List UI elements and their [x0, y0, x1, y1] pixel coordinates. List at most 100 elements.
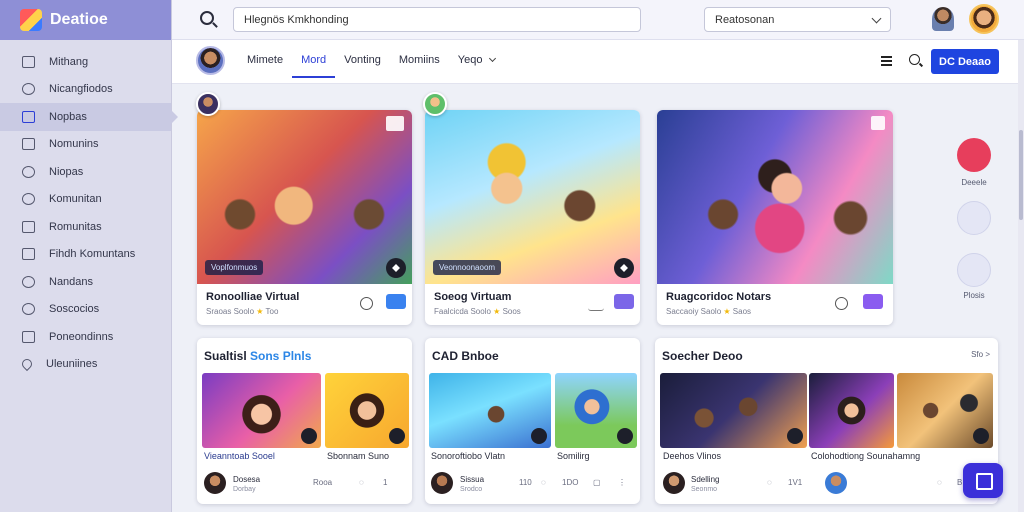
more-icon[interactable]: ⋮	[618, 478, 626, 487]
video-thumbnail[interactable]	[425, 110, 640, 284]
tab-active[interactable]: Mord	[292, 40, 336, 78]
play-icon[interactable]	[386, 258, 406, 278]
sidebar-item[interactable]: Romunitas	[0, 213, 171, 241]
author-name[interactable]: Sissua	[460, 475, 484, 484]
video-thumbnail[interactable]	[657, 110, 893, 284]
play-icon[interactable]	[531, 428, 547, 444]
list-view-icon[interactable]	[881, 56, 892, 66]
brand[interactable]: Deatioe	[0, 0, 171, 40]
play-icon[interactable]	[614, 258, 634, 278]
sidebar-item[interactable]: Soscocios	[0, 296, 171, 324]
tab[interactable]: Momiins	[390, 40, 449, 80]
channel-avatar[interactable]	[196, 46, 225, 75]
search-icon[interactable]	[200, 11, 214, 25]
collection-card[interactable]: Soecher Deoo Sfo > Deehos Vlinos Colohod…	[655, 338, 998, 504]
tab-dropdown[interactable]: Yeqo	[449, 40, 505, 80]
info-icon[interactable]	[871, 116, 885, 130]
video-thumbnail[interactable]	[660, 373, 807, 448]
play-icon[interactable]	[389, 428, 405, 444]
chevron-down-icon	[489, 54, 497, 63]
feature-card[interactable]: Veonnoonaoom Soeog Virtuam Faalcicda Soo…	[425, 110, 640, 325]
tab[interactable]: Vonting	[335, 40, 390, 80]
creator-avatar[interactable]	[423, 92, 447, 116]
author-name[interactable]: Dosesa	[233, 475, 260, 484]
thumb-caption[interactable]: Colohodtiong Sounahamng	[811, 451, 920, 461]
card-title[interactable]: Ruagcoridoc Notars	[666, 291, 771, 303]
heart-icon[interactable]	[957, 138, 991, 172]
author-avatar[interactable]	[431, 472, 453, 494]
creator-avatar[interactable]	[196, 92, 220, 116]
person-icon[interactable]	[957, 253, 991, 287]
sidebar-item-active[interactable]: Nopbas	[0, 103, 178, 131]
card-action-chip[interactable]	[863, 294, 883, 309]
comment-icon[interactable]: ◌	[767, 478, 772, 487]
sidebar-item[interactable]: Nomunins	[0, 131, 171, 159]
people-icon[interactable]	[957, 201, 991, 235]
comment-icon[interactable]: ◌	[359, 478, 364, 487]
sidebar-item[interactable]: Niopas	[0, 158, 171, 186]
sidebar-item[interactable]: Poneondinns	[0, 323, 171, 351]
play-icon[interactable]	[617, 428, 633, 444]
collection-title-highlight: Sons Plnls	[250, 349, 312, 363]
grid-icon	[22, 55, 35, 68]
collection-card[interactable]: CAD Bnboe Sonoroftiobo Vlatn Somilirg Si…	[425, 338, 640, 504]
profile-figure-icon[interactable]	[932, 7, 954, 31]
share-icon[interactable]	[386, 116, 404, 131]
card-action-chip[interactable]	[614, 294, 634, 309]
video-thumbnail[interactable]	[202, 373, 321, 448]
video-thumbnail[interactable]	[429, 373, 551, 448]
author-avatar[interactable]	[825, 472, 847, 494]
link-icon[interactable]	[360, 297, 373, 310]
sidebar-item[interactable]: Fihdh Komuntans	[0, 241, 171, 269]
video-thumbnail[interactable]	[809, 373, 894, 448]
see-all-link[interactable]: Sfo >	[971, 350, 990, 359]
tabs: Mimete Mord Vonting Momiins Yeqo	[238, 40, 504, 84]
collection-title[interactable]: CAD Bnboe	[432, 349, 499, 363]
primary-action-button[interactable]: DC Deaao	[931, 49, 999, 74]
card-title[interactable]: Ronoolliae Virtual	[206, 291, 299, 303]
thumb-caption[interactable]: Vieanntoab Sooel	[204, 451, 275, 461]
feature-card[interactable]: Ruagcoridoc Notars Saccaoiy Saolo ★ Saos	[657, 110, 893, 325]
sidebar-item[interactable]: Mithang	[0, 48, 171, 76]
card-action-chip[interactable]	[386, 294, 406, 309]
comment-icon[interactable]: ◌	[541, 478, 546, 487]
play-icon[interactable]	[973, 428, 989, 444]
collection-card[interactable]: Sualtisl Sons Plnls Vieanntoab Sooel Sbo…	[197, 338, 412, 504]
video-thumbnail[interactable]	[197, 110, 412, 284]
sidebar-item[interactable]: Uleuniines	[0, 351, 171, 379]
sidebar-item[interactable]: Nicangfiodos	[0, 76, 171, 104]
filter-select[interactable]: Reatosonan	[704, 7, 891, 32]
bookmark-icon[interactable]: ▢	[593, 478, 601, 487]
comment-icon[interactable]: ◌	[937, 478, 942, 487]
scrollbar[interactable]	[1018, 40, 1024, 512]
collection-title[interactable]: Soecher Deoo	[662, 349, 743, 363]
author-name[interactable]: Sdelling	[691, 475, 719, 484]
play-icon[interactable]	[787, 428, 803, 444]
thumb-caption[interactable]: Sbonnam Suno	[327, 451, 389, 461]
tab[interactable]: Mimete	[238, 40, 292, 80]
sidebar-item-label: Niopas	[49, 165, 84, 178]
chat-fab-button[interactable]	[963, 463, 1003, 498]
thumb-caption[interactable]: Sonoroftiobo Vlatn	[431, 451, 505, 461]
sidebar-item[interactable]: Komunitan	[0, 186, 171, 214]
card-footer: Sissua Srodco 110 ◌ 1DO ▢ ⋮	[425, 472, 640, 502]
author-avatar[interactable]	[204, 472, 226, 494]
sidebar-item[interactable]: Nandans	[0, 268, 171, 296]
card-title[interactable]: Soeog Virtuam	[434, 291, 511, 303]
card-meta-text: Sraoas Soolo	[206, 307, 255, 316]
author-avatar[interactable]	[663, 472, 685, 494]
video-thumbnail[interactable]	[325, 373, 409, 448]
play-icon[interactable]	[301, 428, 317, 444]
scrollbar-thumb[interactable]	[1019, 130, 1023, 220]
dots-icon[interactable]	[588, 297, 604, 311]
emoji-icon[interactable]	[835, 297, 848, 310]
collection-title[interactable]: Sualtisl Sons Plnls	[204, 349, 311, 363]
user-avatar[interactable]	[969, 4, 999, 34]
feature-card[interactable]: Voplfonmuos Ronoolliae Virtual Sraoas So…	[197, 110, 412, 325]
search-input[interactable]	[233, 7, 641, 32]
video-thumbnail[interactable]	[555, 373, 637, 448]
thumb-caption[interactable]: Deehos Vlinos	[663, 451, 721, 461]
thumb-caption[interactable]: Somilirg	[557, 451, 590, 461]
video-thumbnail[interactable]	[897, 373, 993, 448]
search-icon[interactable]	[909, 54, 920, 65]
